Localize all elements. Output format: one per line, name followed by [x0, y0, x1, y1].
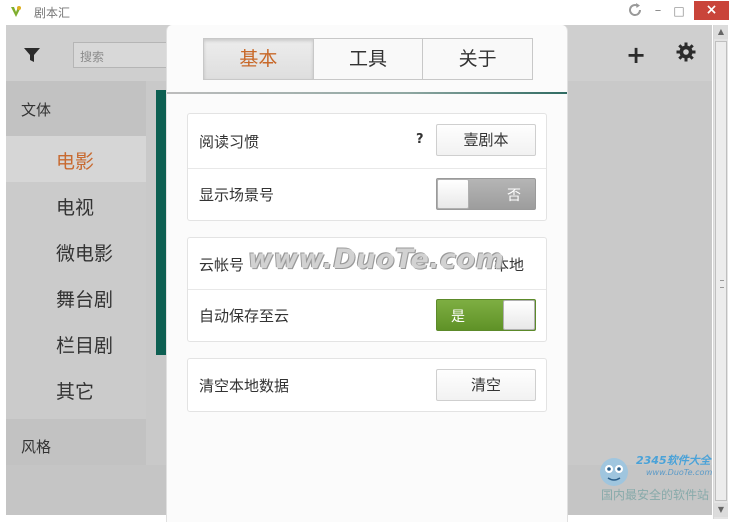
toggle-knob [503, 300, 535, 330]
tab-divider [167, 92, 567, 94]
sidebar-item-program-drama[interactable]: 栏目剧 [6, 320, 146, 366]
minimize-button[interactable]: – [651, 2, 665, 20]
scrollbar-thumb[interactable] [715, 41, 727, 501]
app-logo-icon [11, 6, 21, 17]
maximize-button[interactable]: □ [672, 2, 686, 20]
sidebar-header-style[interactable]: 风格 [6, 419, 146, 465]
scroll-up-icon[interactable]: ▲ [714, 25, 728, 39]
window-title: 剧本汇 [34, 6, 71, 20]
filter-icon[interactable] [24, 47, 40, 63]
sidebar-item-movie[interactable]: 电影 [6, 136, 146, 182]
watermark-text: www.DuoTe.com [248, 244, 505, 275]
refresh-icon[interactable] [626, 2, 644, 20]
sidebar-item-stage-play[interactable]: 舞台剧 [6, 274, 146, 320]
title-bar: 剧本汇 – □ × [0, 0, 735, 24]
tab-basic[interactable]: 基本 [204, 39, 314, 79]
reading-habit-select[interactable]: 壹剧本 [436, 124, 536, 156]
sidebar-item-micro-film[interactable]: 微电影 [6, 228, 146, 274]
scrollbar-grip-icon [720, 280, 724, 288]
app-window: 剧本汇 – □ × 搜索 + 文体 电影 电视 微电影 舞台剧 栏目剧 其它 风… [0, 0, 735, 522]
autosave-row: 自动保存至云 是 [188, 290, 546, 342]
toggle-knob [437, 179, 469, 209]
watermark-brand-text: 2345软件大全 [636, 454, 711, 467]
toggle-on-text: 是 [451, 309, 465, 325]
cloud-account-label: 云帐号 [199, 256, 245, 274]
sidebar-item-tv[interactable]: 电视 [6, 182, 146, 228]
tab-tools[interactable]: 工具 [313, 39, 424, 79]
category-sidebar: 文体 电影 电视 微电影 舞台剧 栏目剧 其它 风格 [6, 81, 146, 465]
settings-group-reading: 阅读习惯 ? 壹剧本 显示场景号 否 [187, 113, 547, 221]
autosave-toggle[interactable]: 是 [436, 299, 536, 331]
watermark-brand-url: www.DuoTe.com [646, 468, 713, 477]
toggle-off-text: 否 [507, 188, 521, 204]
vertical-scrollbar[interactable]: ▲ ▼ [713, 25, 728, 519]
gear-icon[interactable] [676, 42, 696, 62]
reading-habit-row: 阅读习惯 ? 壹剧本 [188, 114, 546, 168]
clear-data-label: 清空本地数据 [199, 377, 290, 395]
help-icon[interactable]: ? [416, 132, 424, 147]
sidebar-header-genre[interactable]: 文体 [6, 81, 146, 136]
mascot-icon [600, 458, 628, 486]
sidebar-item-other[interactable]: 其它 [6, 366, 146, 412]
settings-tabs: 基本 工具 关于 [203, 38, 533, 80]
reading-habit-label: 阅读习惯 [199, 133, 260, 151]
add-icon[interactable]: + [626, 43, 646, 67]
settings-group-data: 清空本地数据 清空 [187, 358, 547, 412]
clear-data-row: 清空本地数据 清空 [188, 359, 546, 411]
close-button[interactable]: × [694, 1, 729, 20]
autosave-label: 自动保存至云 [199, 307, 290, 325]
show-scene-label: 显示场景号 [199, 186, 275, 204]
tab-about[interactable]: 关于 [423, 39, 533, 79]
show-scene-row: 显示场景号 否 [188, 169, 546, 221]
clear-button[interactable]: 清空 [436, 369, 536, 401]
show-scene-toggle[interactable]: 否 [436, 178, 536, 210]
watermark-slogan: 国内最安全的软件站 [601, 488, 710, 502]
